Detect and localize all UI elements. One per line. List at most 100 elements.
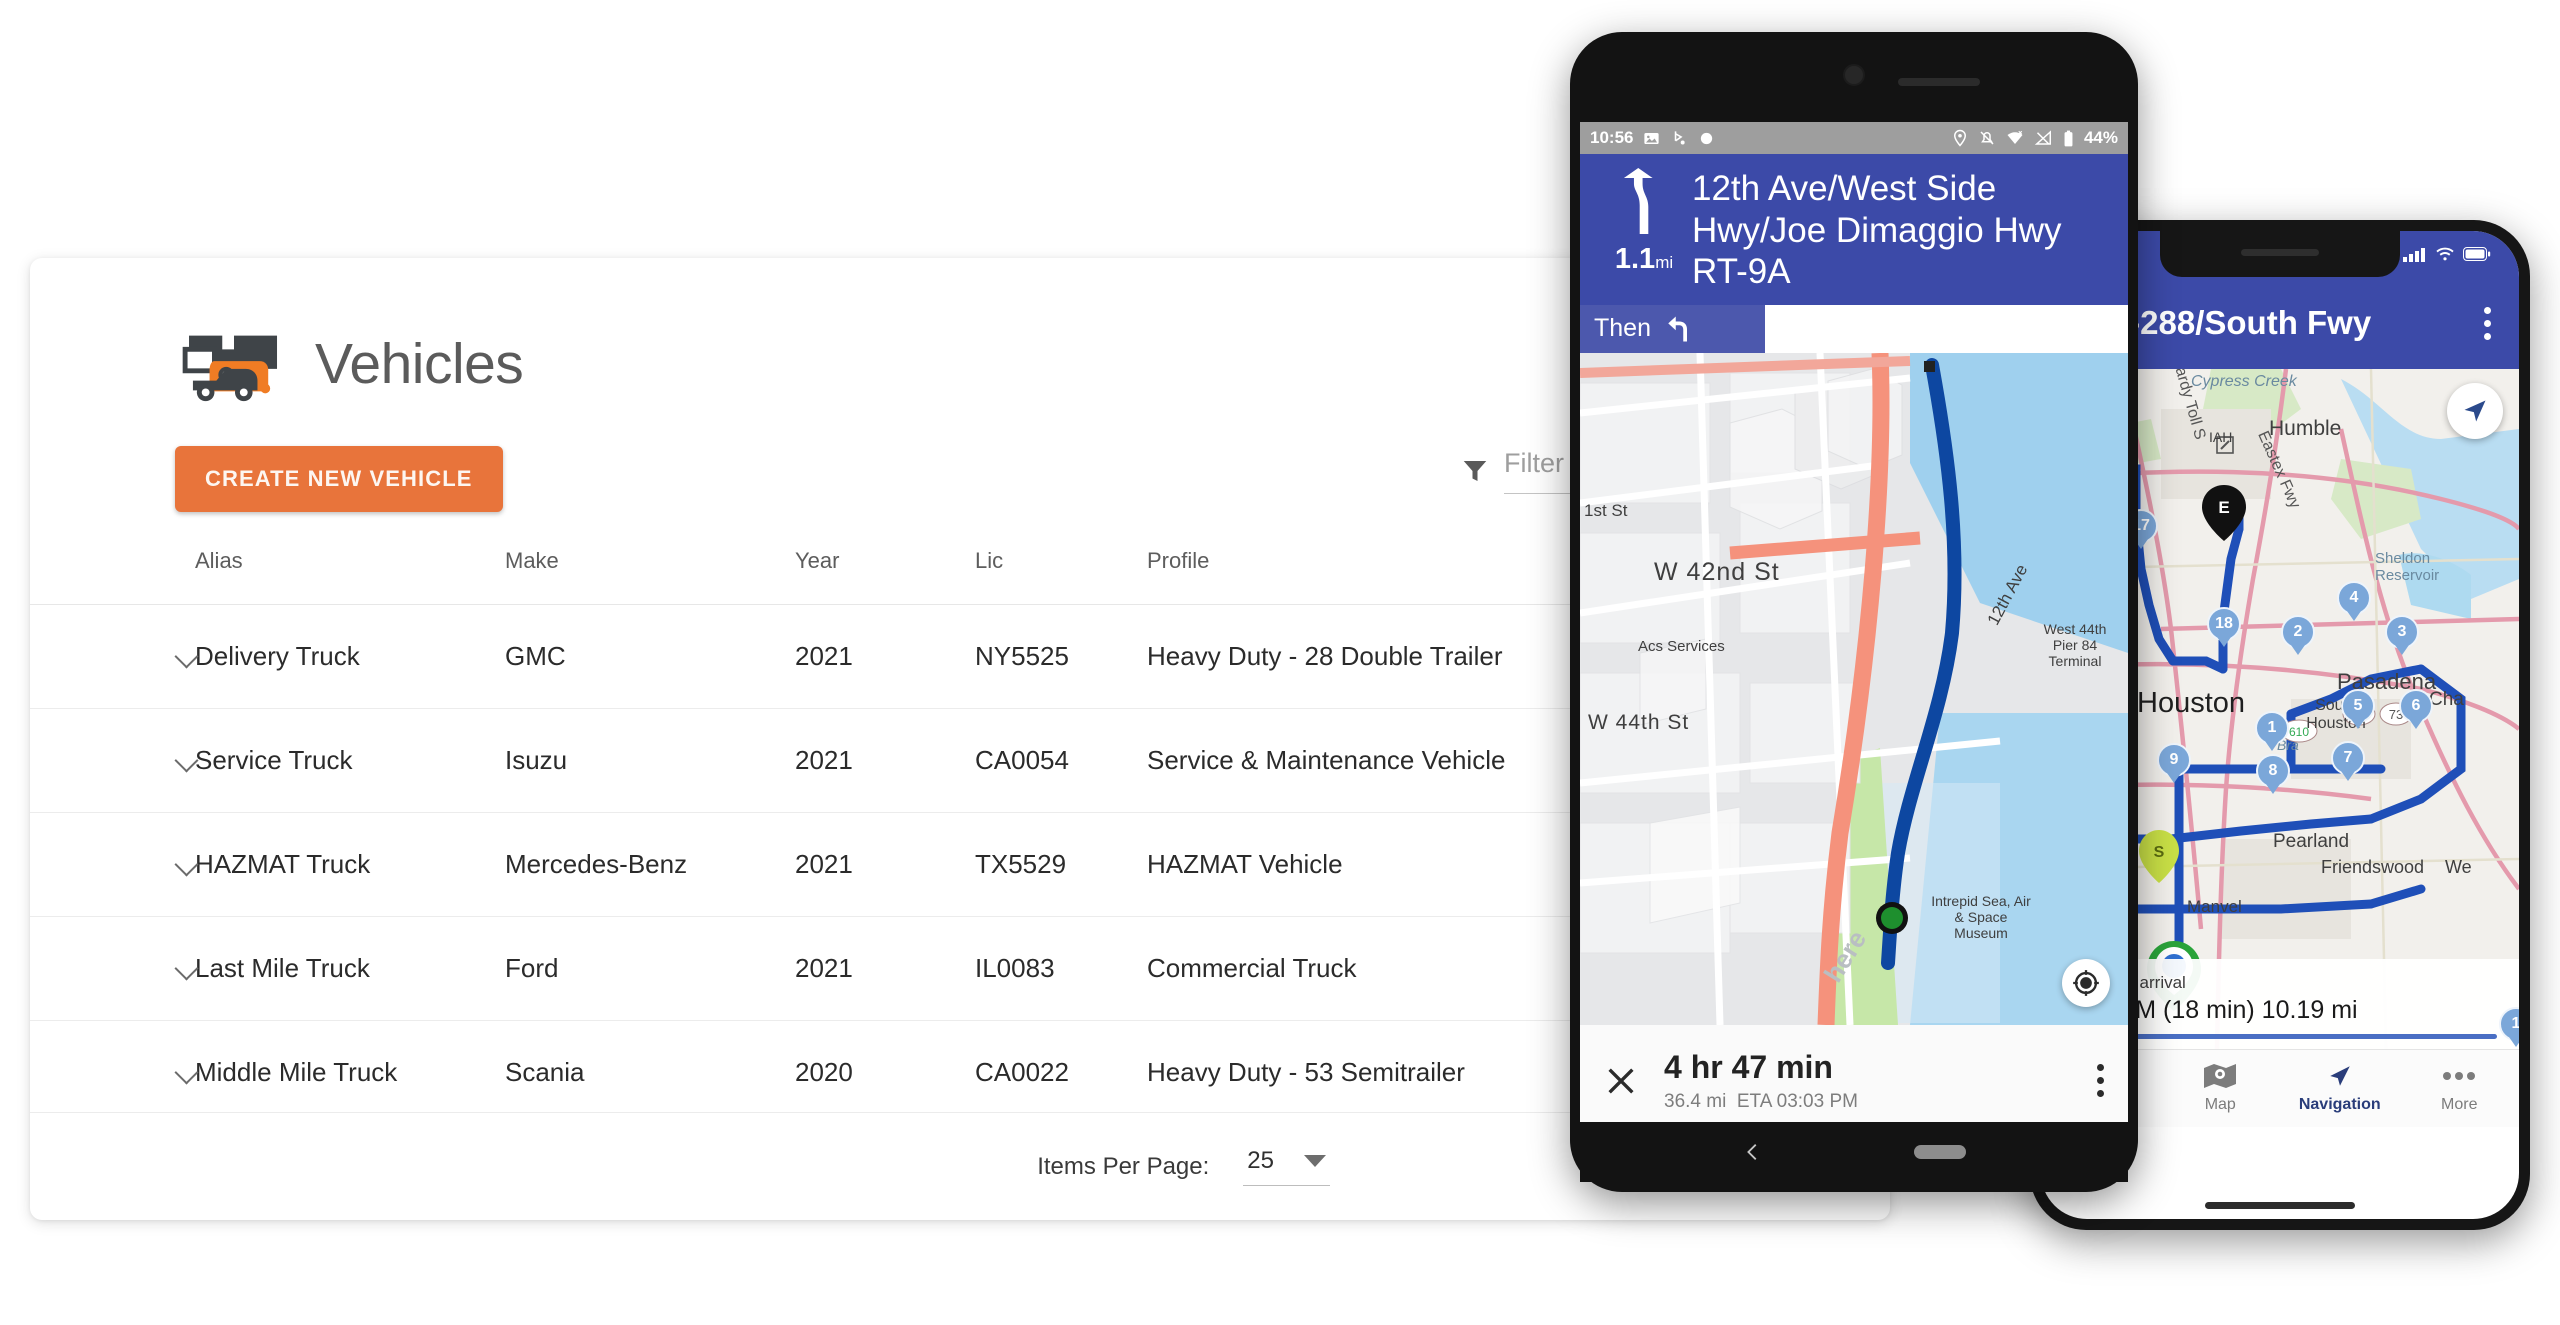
row-expand-cell[interactable] xyxy=(30,604,199,709)
tab-more[interactable]: More xyxy=(2400,1063,2520,1114)
cell-alias: Last Mile Truck xyxy=(195,916,505,1021)
cell-make: Isuzu xyxy=(505,708,795,813)
wifi-icon xyxy=(2436,247,2454,261)
map-label-manvel: Manvel xyxy=(2187,897,2242,916)
tab-more-label: More xyxy=(2441,1096,2478,1113)
cell-alias: Delivery Truck xyxy=(195,604,505,709)
stop-marker-9[interactable]: 9 xyxy=(2157,743,2191,777)
stop-marker-5[interactable]: 5 xyxy=(2341,689,2375,723)
android-phone-top-bezel xyxy=(1580,42,2128,122)
cell-year: 2021 xyxy=(795,708,975,813)
cell-lic: CA0022 xyxy=(975,1020,1147,1124)
location-share-icon xyxy=(1675,130,1686,144)
cell-year: 2020 xyxy=(795,1020,975,1124)
stop-marker-2[interactable]: 2 xyxy=(2281,615,2315,649)
signal-off-icon xyxy=(2034,130,2051,145)
map-label-west-44th-pier-84-terminal: West 44th Pier 84 Terminal xyxy=(2043,620,2107,670)
record-dot-icon xyxy=(1701,132,1713,144)
cellular-signal-icon xyxy=(2403,248,2425,262)
next-road-name: 12th Ave/West Side Hwy/Joe Dimaggio Hwy … xyxy=(1692,169,2062,292)
navigation-instruction-banner: 1.1mi 12th Ave/West Side Hwy/Joe Dimaggi… xyxy=(1580,154,2128,305)
cell-alias: Middle Mile Truck xyxy=(195,1020,505,1124)
here-navigation-map[interactable]: 1st St W 42nd St Acs Services W 44th St … xyxy=(1580,352,2128,1025)
image-icon xyxy=(1644,132,1660,144)
tab-navigation[interactable]: Navigation xyxy=(2280,1063,2400,1114)
home-pill-icon[interactable] xyxy=(1914,1145,1966,1159)
svg-text:E: E xyxy=(2218,498,2229,517)
stop-marker-4[interactable]: 4 xyxy=(2337,581,2371,615)
create-new-vehicle-button[interactable]: CREATE NEW VEHICLE xyxy=(175,446,503,512)
maneuver-block: 1.1mi xyxy=(1596,168,1692,293)
eta-summary-bar: 4 hr 47 min 36.4 mi ETA 03:03 PM xyxy=(1580,1024,2128,1122)
cell-year: 2021 xyxy=(795,812,975,917)
cell-make: Mercedes-Benz xyxy=(505,812,795,917)
th-alias[interactable]: Alias xyxy=(195,548,505,605)
tab-map[interactable]: Map xyxy=(2161,1063,2281,1114)
cell-year: 2021 xyxy=(795,916,975,1021)
cell-make: Ford xyxy=(505,916,795,1021)
navigation-arrow-icon xyxy=(2464,400,2486,422)
recenter-location-button[interactable] xyxy=(2062,958,2110,1007)
slight-left-then-straight-arrow-icon xyxy=(1623,168,1653,234)
android-phone-device: 10:56 44% 1.1mi 12th Ave/West Side Hwy/J… xyxy=(1570,32,2138,1192)
items-per-page-select[interactable]: 25 xyxy=(1243,1147,1330,1186)
row-expand-cell[interactable] xyxy=(30,708,199,813)
then-maneuver-bar: Then xyxy=(1580,304,1765,353)
row-expand-cell[interactable] xyxy=(30,1020,199,1124)
then-label: Then xyxy=(1594,314,1651,343)
items-per-page-value: 25 xyxy=(1247,1147,1274,1174)
th-make[interactable]: Make xyxy=(505,548,795,605)
status-time: 10:56 xyxy=(1590,128,1634,147)
map-label-w-42nd-st: W 42nd St xyxy=(1654,557,1780,586)
row-expand-cell[interactable] xyxy=(30,812,199,917)
android-system-nav-bar xyxy=(1580,1122,2128,1182)
close-x-icon[interactable] xyxy=(1604,1064,1638,1098)
front-camera-icon xyxy=(1843,64,1865,86)
row-expand-cell[interactable] xyxy=(30,916,199,1021)
ios-home-indicator[interactable] xyxy=(2205,1202,2355,1209)
cell-make: GMC xyxy=(505,604,795,709)
map-label-1st-st: 1st St xyxy=(1584,500,1628,520)
th-year[interactable]: Year xyxy=(795,548,975,605)
map-label-intrepid-museum: Intrepid Sea, Air & Space Museum xyxy=(1931,892,2031,942)
map-label-we: We xyxy=(2445,857,2472,877)
stop-marker-18[interactable]: 18 xyxy=(2207,607,2241,641)
funnel-icon xyxy=(1460,456,1490,486)
cell-alias: Service Truck xyxy=(195,708,505,813)
distance-to-maneuver: 1.1mi xyxy=(1614,243,1674,275)
map-label-friendswood: Friendswood xyxy=(2321,857,2425,877)
android-screen: 10:56 44% 1.1mi 12th Ave/West Side Hwy/J… xyxy=(1580,122,2128,1122)
next-stop-badge[interactable]: 1 xyxy=(2499,1007,2519,1041)
navigation-arrow-icon xyxy=(2330,1066,2350,1086)
earpiece-speaker xyxy=(1897,78,1980,86)
map-label-sheldon-reservoir: Sheldon Reservoir xyxy=(2375,550,2440,584)
truck-car-logo-icon xyxy=(175,320,293,408)
map-label-pearland: Pearland xyxy=(2273,831,2350,852)
triangle-down-icon xyxy=(1304,1155,1326,1167)
tab-map-label: Map xyxy=(2204,1096,2236,1113)
eta-text-block: 4 hr 47 min 36.4 mi ETA 03:03 PM xyxy=(1664,1049,1858,1113)
stop-marker-1[interactable]: 1 xyxy=(2255,711,2289,745)
map-label-cypress-creek: Cypress Creek xyxy=(2191,373,2297,390)
location-pin-icon xyxy=(1953,129,1966,147)
battery-icon xyxy=(2064,130,2073,146)
status-right-cluster: 44% xyxy=(1951,128,2118,148)
stop-marker-3[interactable]: 3 xyxy=(2385,615,2419,649)
stop-marker-8[interactable]: 8 xyxy=(2256,754,2290,788)
trip-distance-eta: 36.4 mi ETA 03:03 PM xyxy=(1664,1090,1858,1112)
map-label-acs-services: Acs Services xyxy=(1638,637,1725,655)
cell-lic: IL0083 xyxy=(975,916,1147,1021)
recenter-navigation-button[interactable] xyxy=(2447,383,2503,439)
th-expand xyxy=(30,548,195,605)
filter-placeholder: Filter xyxy=(1504,448,1564,478)
ios-kebab-menu-icon[interactable] xyxy=(2484,306,2491,340)
th-lic[interactable]: Lic xyxy=(975,548,1147,605)
back-chevron-icon[interactable] xyxy=(1742,1137,1764,1167)
stop-marker-6[interactable]: 6 xyxy=(2399,689,2433,723)
more-dots-icon xyxy=(2443,1072,2476,1080)
stop-marker-7[interactable]: 7 xyxy=(2331,741,2365,775)
trip-duration: 4 hr 47 min xyxy=(1664,1048,1833,1085)
turn-left-arrow-icon xyxy=(1668,316,1687,342)
eta-kebab-menu-icon[interactable] xyxy=(2097,1064,2104,1098)
ios-notch xyxy=(2160,231,2400,277)
